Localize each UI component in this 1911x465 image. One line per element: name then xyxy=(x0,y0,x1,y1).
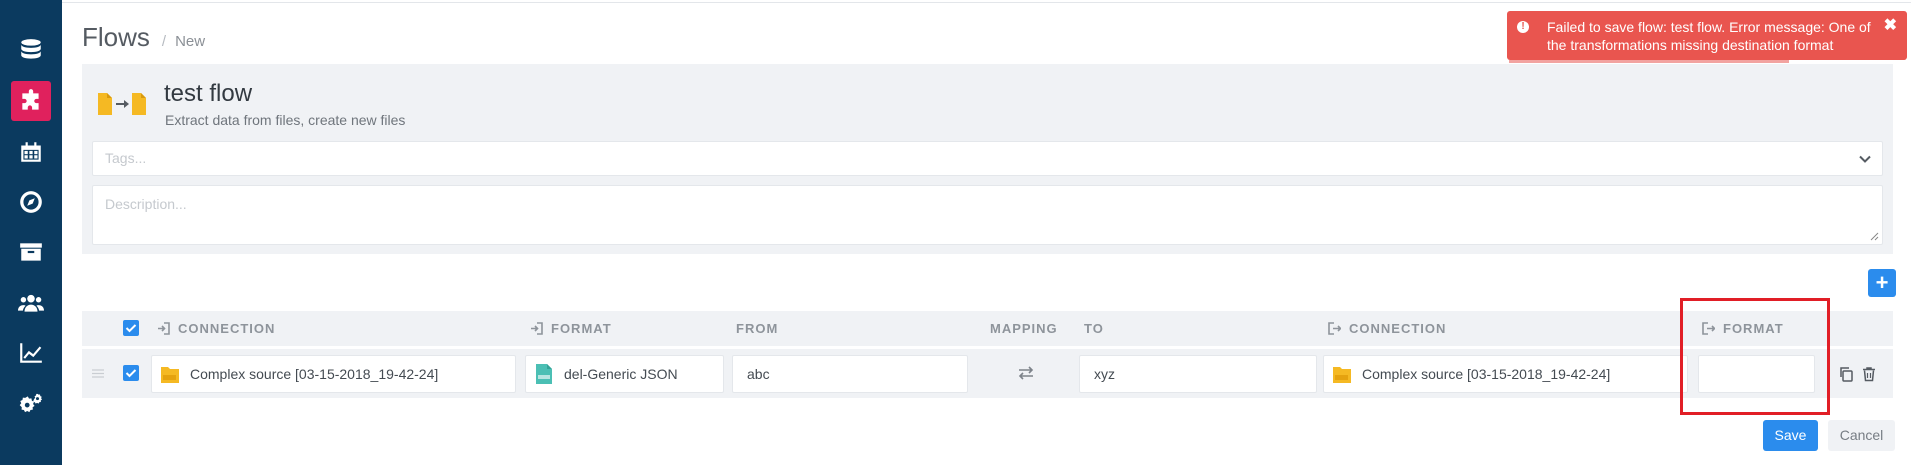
chevron-down-icon[interactable] xyxy=(1858,152,1872,166)
gears-icon[interactable] xyxy=(11,384,51,424)
breadcrumb-separator: / xyxy=(161,33,167,50)
trash-icon[interactable] xyxy=(1861,366,1877,382)
cancel-button[interactable]: Cancel xyxy=(1828,420,1895,451)
exchange-arrows-icon[interactable] xyxy=(1017,365,1035,381)
tags-input[interactable]: Tags... xyxy=(92,141,1883,176)
source-connection-field[interactable]: Complex source [03-15-2018_19-42-24] xyxy=(151,355,516,393)
folder-icon xyxy=(1333,367,1351,383)
dest-connection-field[interactable]: Complex source [03-15-2018_19-42-24] xyxy=(1323,355,1688,393)
save-button[interactable]: Save xyxy=(1763,420,1818,451)
check-icon xyxy=(125,369,137,378)
sign-in-icon xyxy=(531,322,543,335)
top-divider xyxy=(62,2,1911,3)
row-checkbox[interactable] xyxy=(123,365,139,381)
tags-placeholder: Tags... xyxy=(105,150,147,166)
flow-description: Extract data from files, create new file… xyxy=(165,112,406,128)
flow-files-icon xyxy=(98,93,146,115)
source-format-field[interactable]: del-Generic JSON xyxy=(525,355,724,393)
select-all-checkbox[interactable] xyxy=(123,320,139,336)
transformations-header: CONNECTION FORMAT FROM MAPPING TO CONNEC… xyxy=(82,311,1893,346)
breadcrumb-root[interactable]: Flows xyxy=(82,22,150,53)
flow-name: test flow xyxy=(164,80,253,107)
header-mapping: MAPPING xyxy=(990,321,1058,336)
to-input[interactable]: xyz xyxy=(1079,355,1317,393)
header-to: TO xyxy=(1084,321,1104,336)
breadcrumb-current: New xyxy=(175,33,206,50)
flow-card: test flow Extract data from files, creat… xyxy=(82,64,1893,254)
header-source-format: FORMAT xyxy=(530,311,612,346)
resize-handle-icon[interactable] xyxy=(1870,232,1879,241)
sidebar xyxy=(0,0,62,465)
calendar-icon[interactable] xyxy=(11,132,51,172)
json-file-icon xyxy=(536,364,552,384)
add-transformation-button[interactable]: + xyxy=(1868,269,1896,297)
users-icon[interactable] xyxy=(11,283,51,323)
format-highlight-box xyxy=(1680,298,1830,415)
compass-icon[interactable] xyxy=(11,182,51,222)
sign-out-icon xyxy=(1328,322,1341,335)
database-icon[interactable] xyxy=(11,30,51,70)
source-connection-value: Complex source [03-15-2018_19-42-24] xyxy=(190,366,439,382)
to-value: xyz xyxy=(1094,366,1115,382)
toast-close-button[interactable]: ✖ xyxy=(1884,18,1897,34)
description-placeholder: Description... xyxy=(105,196,187,212)
puzzle-icon[interactable] xyxy=(11,81,51,121)
chart-line-icon[interactable] xyxy=(11,333,51,373)
from-input[interactable]: abc xyxy=(732,355,968,393)
alert-circle-icon: ! xyxy=(1517,21,1529,33)
dest-connection-value: Complex source [03-15-2018_19-42-24] xyxy=(1362,366,1611,382)
archive-icon[interactable] xyxy=(11,232,51,272)
sign-in-icon xyxy=(158,322,170,335)
source-format-value: del-Generic JSON xyxy=(564,366,678,382)
toast-progress-bar xyxy=(1509,60,1789,63)
breadcrumb: Flows / New xyxy=(82,22,205,53)
error-toast: ! Failed to save flow: test flow. Error … xyxy=(1507,11,1907,63)
header-dest-connection: CONNECTION xyxy=(1328,311,1446,346)
header-from: FROM xyxy=(736,321,779,336)
from-value: abc xyxy=(747,366,770,382)
check-icon xyxy=(125,324,137,333)
folder-icon xyxy=(161,367,179,383)
drag-handle-icon[interactable] xyxy=(92,369,104,378)
header-source-connection: CONNECTION xyxy=(157,311,275,346)
copy-icon[interactable] xyxy=(1838,366,1854,382)
toast-message: Failed to save flow: test flow. Error me… xyxy=(1547,19,1871,53)
description-textarea[interactable]: Description... xyxy=(92,185,1883,245)
table-row: Complex source [03-15-2018_19-42-24] del… xyxy=(82,349,1893,398)
